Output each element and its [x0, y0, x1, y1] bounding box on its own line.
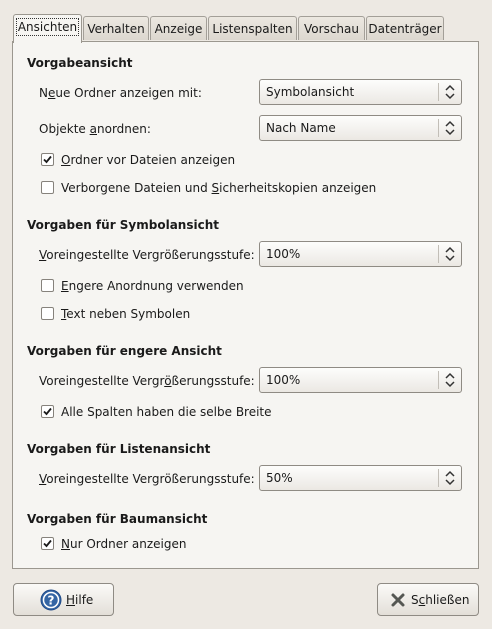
same-width-columns-label[interactable]: Alle Spalten haben die selbe Breite	[61, 405, 272, 419]
close-button[interactable]: Schließen	[377, 583, 479, 616]
list-zoom-label: Voreingestellte Vergrößerungsstufe:	[39, 472, 255, 486]
icon-zoom-combo[interactable]: 100%	[259, 241, 462, 267]
text-beside-icons-checkbox[interactable]	[41, 307, 54, 320]
compact-zoom-label: Voreingestellte Vergrößerungsstufe:	[39, 374, 255, 388]
only-folders-label[interactable]: Nur Ordner anzeigen	[61, 537, 186, 551]
combo-value: Nach Name	[266, 121, 336, 135]
compact-layout-label[interactable]: Engere Anordnung verwenden	[61, 279, 244, 293]
folders-first-label[interactable]: Ordner vor Dateien anzeigen	[61, 153, 235, 167]
combo-separator	[438, 469, 439, 487]
combo-arrows-icon	[445, 246, 455, 262]
show-hidden-checkbox[interactable]	[41, 181, 54, 194]
combo-separator	[438, 371, 439, 389]
checkmark-icon	[43, 539, 52, 548]
combo-arrows-icon	[445, 470, 455, 486]
section-title-list-view: Vorgaben für Listenansicht	[27, 442, 211, 456]
combo-separator	[438, 119, 439, 137]
new-folders-view-combo[interactable]: Symbolansicht	[259, 79, 462, 105]
folders-first-checkbox[interactable]	[41, 153, 54, 166]
compact-layout-checkbox[interactable]	[41, 279, 54, 292]
combo-separator	[438, 245, 439, 263]
section-title-compact-view: Vorgaben für engere Ansicht	[27, 344, 222, 358]
close-button-label: Schließen	[411, 593, 470, 607]
combo-arrows-icon	[445, 372, 455, 388]
content-area: Vorgabeansicht Neue Ordner anzeigen mit:…	[0, 0, 492, 629]
help-button-label: Hilfe	[66, 593, 94, 607]
section-title-icon-view: Vorgaben für Symbolansicht	[27, 218, 219, 232]
combo-arrows-icon	[445, 120, 455, 136]
checkmark-icon	[43, 407, 52, 416]
combo-value: 50%	[266, 471, 293, 485]
text-beside-icons-label[interactable]: Text neben Symbolen	[61, 307, 190, 321]
combo-arrows-icon	[445, 84, 455, 100]
combo-separator	[438, 83, 439, 101]
list-zoom-combo[interactable]: 50%	[259, 465, 462, 491]
compact-zoom-combo[interactable]: 100%	[259, 367, 462, 393]
checkmark-icon	[43, 155, 52, 164]
help-icon: ?	[40, 589, 62, 611]
arrange-combo[interactable]: Nach Name	[259, 115, 462, 141]
show-hidden-label[interactable]: Verborgene Dateien und Sicherheitskopien…	[61, 181, 376, 195]
icon-zoom-label: Voreingestellte Vergrößerungsstufe:	[39, 248, 255, 262]
close-icon	[391, 593, 405, 607]
combo-value: Symbolansicht	[266, 85, 355, 99]
combo-value: 100%	[266, 247, 301, 261]
new-folders-label: Neue Ordner anzeigen mit:	[39, 86, 202, 100]
help-button[interactable]: ? Hilfe	[13, 583, 114, 616]
section-title-tree-view: Vorgaben für Baumansicht	[27, 512, 208, 526]
same-width-columns-checkbox[interactable]	[41, 405, 54, 418]
arrange-label: Objekte anordnen:	[39, 122, 151, 136]
section-title-default-view: Vorgabeansicht	[27, 56, 133, 70]
only-folders-checkbox[interactable]	[41, 537, 54, 550]
svg-text:?: ?	[48, 594, 55, 608]
combo-value: 100%	[266, 373, 301, 387]
